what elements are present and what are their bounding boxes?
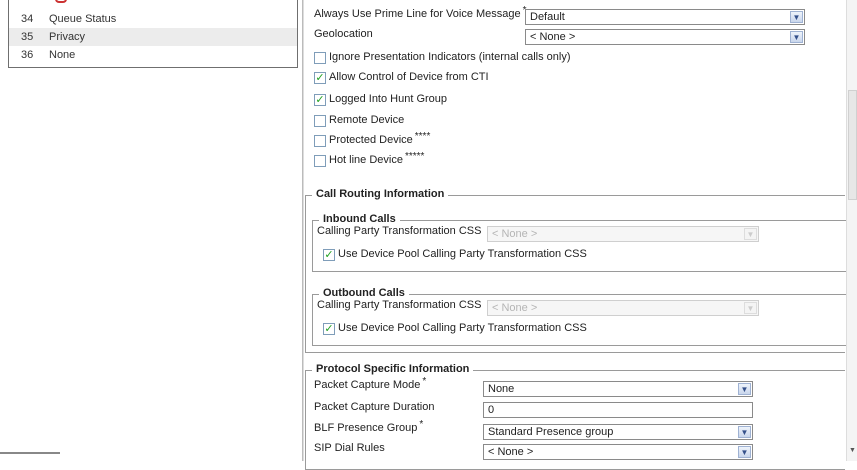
vertical-scrollbar[interactable]: ▼ bbox=[846, 0, 857, 461]
list-item[interactable]: 34 Queue Status bbox=[9, 10, 297, 28]
list-item-number: 36 bbox=[21, 49, 34, 61]
packet-capture-mode-label: Packet Capture Mode * bbox=[314, 376, 427, 391]
geolocation-label: Geolocation bbox=[314, 28, 373, 40]
outbound-css-select[interactable]: < None > ▼ bbox=[487, 300, 759, 316]
packet-capture-mode-select[interactable]: None ▼ bbox=[483, 381, 753, 397]
chevron-down-icon: ▼ bbox=[738, 426, 751, 438]
outbound-use-pool-checkbox-row[interactable]: ✓ Use Device Pool Calling Party Transform… bbox=[323, 322, 587, 336]
sip-dial-rules-select[interactable]: < None > ▼ bbox=[483, 444, 753, 460]
checkbox[interactable] bbox=[314, 154, 326, 167]
outbound-calls-title: Outbound Calls bbox=[319, 287, 409, 299]
protected-device-checkbox-row[interactable]: Protected Device **** bbox=[314, 131, 430, 148]
protocol-group: Protocol Specific Information Packet Cap… bbox=[305, 363, 845, 470]
checkbox-checked[interactable]: ✓ bbox=[314, 71, 326, 84]
blf-presence-group-select[interactable]: Standard Presence group ▼ bbox=[483, 424, 753, 440]
chevron-down-icon: ▼ bbox=[790, 31, 803, 43]
list-item[interactable]: 36 None bbox=[9, 46, 297, 64]
packet-capture-duration-input[interactable]: 0 bbox=[483, 402, 753, 418]
chevron-down-icon: ▼ bbox=[738, 446, 751, 458]
list-item-label[interactable]: Privacy bbox=[49, 28, 85, 46]
geolocation-select[interactable]: < None > ▼ bbox=[525, 29, 805, 45]
inbound-css-label: Calling Party Transformation CSS bbox=[317, 225, 482, 237]
scrollbar-thumb[interactable] bbox=[848, 90, 857, 200]
checkbox[interactable] bbox=[314, 134, 326, 147]
blf-presence-group-label: BLF Presence Group * bbox=[314, 419, 424, 434]
list-item-number: 34 bbox=[21, 13, 34, 25]
checkbox-checked[interactable]: ✓ bbox=[323, 322, 335, 335]
remote-device-checkbox-row[interactable]: Remote Device bbox=[314, 114, 404, 128]
inbound-calls-title: Inbound Calls bbox=[319, 213, 400, 225]
outbound-calls-group: Outbound Calls Calling Party Transformat… bbox=[312, 287, 846, 346]
hotline-device-checkbox-row[interactable]: Hot line Device ***** bbox=[314, 151, 424, 168]
partial-line-icon bbox=[55, 0, 67, 3]
prime-line-select[interactable]: Default ▼ bbox=[525, 9, 805, 25]
call-routing-title: Call Routing Information bbox=[312, 188, 449, 200]
protocol-title: Protocol Specific Information bbox=[312, 363, 474, 375]
ignore-presentation-checkbox-row[interactable]: Ignore Presentation Indicators (internal… bbox=[314, 51, 571, 65]
chevron-down-icon: ▼ bbox=[738, 383, 751, 395]
chevron-down-icon: ▼ bbox=[744, 302, 757, 314]
list-item[interactable]: 35 Privacy bbox=[9, 28, 297, 46]
checkbox[interactable] bbox=[314, 51, 326, 64]
list-item-label[interactable]: Queue Status bbox=[49, 10, 116, 28]
association-list: 34 Queue Status 35 Privacy 36 None bbox=[8, 0, 298, 68]
call-routing-group: Call Routing Information Inbound Calls C… bbox=[305, 188, 846, 353]
checkbox[interactable] bbox=[314, 114, 326, 127]
panel-edge bbox=[0, 452, 60, 454]
chevron-down-icon: ▼ bbox=[790, 11, 803, 23]
inbound-calls-group: Inbound Calls Calling Party Transformati… bbox=[312, 213, 846, 272]
inbound-css-select[interactable]: < None > ▼ bbox=[487, 226, 759, 242]
allow-cti-checkbox-row[interactable]: ✓ Allow Control of Device from CTI bbox=[314, 71, 489, 85]
checkbox-checked[interactable]: ✓ bbox=[323, 248, 335, 261]
chevron-down-icon: ▼ bbox=[744, 228, 757, 240]
outbound-css-label: Calling Party Transformation CSS bbox=[317, 299, 482, 311]
sip-dial-rules-label: SIP Dial Rules bbox=[314, 442, 385, 454]
list-item-number: 35 bbox=[21, 31, 34, 43]
inbound-use-pool-checkbox-row[interactable]: ✓ Use Device Pool Calling Party Transform… bbox=[323, 248, 587, 262]
prime-line-label: Always Use Prime Line for Voice Message* bbox=[314, 5, 527, 20]
checkbox-checked[interactable]: ✓ bbox=[314, 93, 326, 106]
list-item-label[interactable]: None bbox=[49, 46, 75, 64]
hunt-group-checkbox-row[interactable]: ✓ Logged Into Hunt Group bbox=[314, 93, 447, 107]
panel-divider bbox=[302, 0, 304, 461]
scroll-down-arrow-icon[interactable]: ▼ bbox=[847, 447, 857, 457]
packet-capture-duration-label: Packet Capture Duration bbox=[314, 401, 435, 413]
